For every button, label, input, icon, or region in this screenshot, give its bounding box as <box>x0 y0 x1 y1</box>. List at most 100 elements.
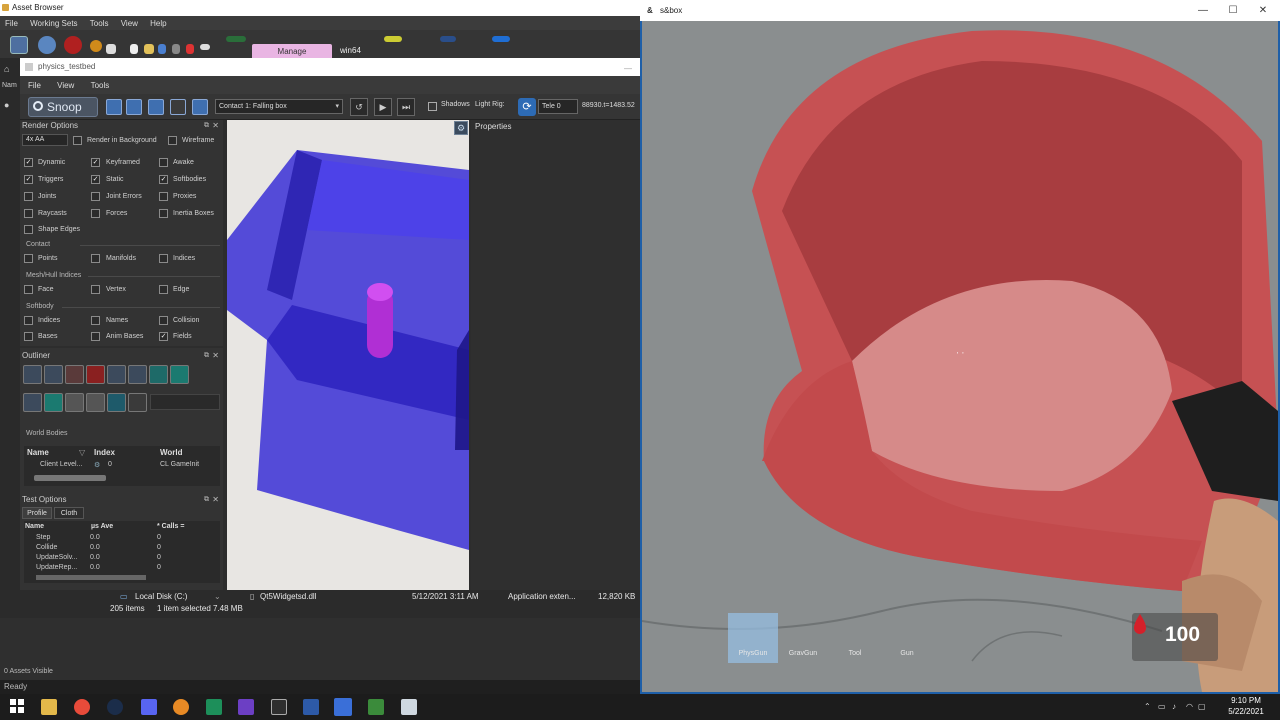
delete-x-icon[interactable] <box>86 365 105 384</box>
toolbar-strip-icon[interactable] <box>226 36 246 42</box>
radio-icon[interactable]: ● <box>4 100 16 112</box>
volume-icon[interactable]: ♪ <box>1172 702 1176 711</box>
outliner-filter-field[interactable] <box>150 394 220 410</box>
delete-icon[interactable] <box>186 44 194 54</box>
hotbar-slot-gun[interactable]: Gun <box>882 613 932 663</box>
static-checkbox[interactable]: ✓ <box>91 175 100 184</box>
toolbar-strip-icon-3[interactable] <box>440 36 456 42</box>
close-icon[interactable]: ✕ <box>212 494 219 506</box>
device-icon[interactable] <box>200 44 210 50</box>
softbodies-checkbox[interactable]: ✓ <box>159 175 168 184</box>
close-icon[interactable]: ✕ <box>212 350 219 362</box>
reset-icon[interactable]: ↺ <box>350 98 368 116</box>
ragdoll-icon[interactable] <box>128 365 147 384</box>
menu-file[interactable]: File <box>0 16 23 28</box>
column-name[interactable]: Name <box>27 448 49 457</box>
forces-checkbox[interactable] <box>91 209 100 218</box>
page-icon[interactable] <box>106 44 116 54</box>
twitch-icon[interactable] <box>238 699 254 715</box>
remove-body-icon[interactable] <box>65 365 84 384</box>
vertex-checkbox[interactable] <box>91 285 100 294</box>
pt-menu-tools[interactable]: Tools <box>83 76 116 90</box>
hotbar-slot-gravgun[interactable]: GravGun <box>778 613 828 663</box>
wireframe-checkbox[interactable] <box>168 136 177 145</box>
contact-select[interactable]: Contact 1: Falling box ▾ <box>215 99 343 114</box>
discord-icon[interactable] <box>141 699 157 715</box>
tele-select[interactable]: Tele 0 <box>538 99 578 114</box>
menu-help[interactable]: Help <box>145 16 171 28</box>
wifi-icon[interactable]: ◠ <box>1186 702 1193 711</box>
horizontal-scrollbar[interactable] <box>36 575 146 580</box>
home-icon[interactable]: ⌂ <box>4 64 16 76</box>
steam-icon[interactable] <box>107 699 123 715</box>
houdini-icon[interactable] <box>206 699 222 715</box>
close-icon[interactable]: ✕ <box>1246 0 1280 21</box>
list-icon[interactable] <box>170 99 186 115</box>
file-name[interactable]: Qt5Widgetsd.dll <box>260 592 316 601</box>
column-ave[interactable]: µs Ave <box>91 523 113 530</box>
face-checkbox[interactable] <box>24 285 33 294</box>
redo-icon[interactable] <box>172 44 180 54</box>
play-icon[interactable]: ▶ <box>374 98 392 116</box>
save-icon[interactable] <box>148 99 164 115</box>
row-name[interactable]: Client Level... <box>40 461 82 468</box>
tool-select-icon[interactable] <box>10 36 28 54</box>
blender-icon[interactable] <box>173 699 189 715</box>
edge-checkbox[interactable] <box>159 285 168 294</box>
hierarchy-icon[interactable] <box>23 393 42 412</box>
file-explorer-icon[interactable] <box>41 699 57 715</box>
raycasts-checkbox[interactable] <box>24 209 33 218</box>
shield-icon[interactable] <box>170 365 189 384</box>
maximize-icon[interactable]: ☐ <box>1216 0 1250 21</box>
points-checkbox[interactable] <box>24 254 33 263</box>
constraint-icon[interactable] <box>107 365 126 384</box>
column-calls[interactable]: * Calls = <box>157 523 184 530</box>
gear-icon[interactable]: ⚙ <box>454 121 468 135</box>
shape-edges-checkbox[interactable] <box>24 225 33 234</box>
float-icon[interactable]: ⧉ <box>204 494 209 506</box>
skeleton-icon[interactable] <box>23 365 42 384</box>
float-icon[interactable]: ⧉ <box>204 350 209 362</box>
toolbar-strip-icon-4[interactable] <box>492 36 510 42</box>
filter-icon[interactable] <box>149 365 168 384</box>
joint-icon[interactable] <box>65 393 84 412</box>
minimize-icon[interactable]: — <box>1186 0 1220 21</box>
home-scene-icon[interactable] <box>192 99 208 115</box>
pt-menu-view[interactable]: View <box>49 76 80 90</box>
hammer-icon[interactable] <box>303 699 319 715</box>
shadows-checkbox[interactable] <box>428 102 437 111</box>
monitor-icon[interactable]: ▢ <box>1198 702 1206 711</box>
proxies-checkbox[interactable] <box>159 192 168 201</box>
refresh-icon[interactable]: ⟳ <box>518 98 536 116</box>
sphere-icon[interactable] <box>128 393 147 412</box>
menu-tools[interactable]: Tools <box>85 16 114 28</box>
triangle-icon[interactable] <box>107 393 126 412</box>
pt-menu-file[interactable]: File <box>20 76 47 90</box>
anim-bases-checkbox[interactable] <box>91 332 100 341</box>
aa-select[interactable]: 4x AA <box>22 134 68 146</box>
notepad-icon[interactable] <box>368 699 384 715</box>
menu-working-sets[interactable]: Working Sets <box>25 16 82 28</box>
arrow-icon[interactable] <box>86 393 105 412</box>
new-file-icon[interactable] <box>130 44 138 54</box>
awake-checkbox[interactable] <box>159 158 168 167</box>
hotbar-slot-tool[interactable]: Tool <box>830 613 880 663</box>
close-icon[interactable]: ✕ <box>212 120 219 132</box>
manifolds-checkbox[interactable] <box>91 254 100 263</box>
model-doc-icon[interactable] <box>64 36 82 54</box>
column-index[interactable]: Index <box>94 448 115 457</box>
inertia-boxes-checkbox[interactable] <box>159 209 168 218</box>
name-column-header[interactable]: Nam <box>2 82 17 89</box>
float-icon[interactable]: ⧉ <box>204 120 209 132</box>
step-icon[interactable]: ⏭ <box>397 98 415 116</box>
dynamic-checkbox[interactable]: ✓ <box>24 158 33 167</box>
back-icon[interactable] <box>90 40 102 52</box>
globe-icon[interactable] <box>38 36 56 54</box>
export-icon[interactable] <box>126 99 142 115</box>
bases-checkbox[interactable] <box>24 332 33 341</box>
sbox-icon[interactable] <box>334 698 352 716</box>
manage-tab[interactable]: Manage <box>252 44 332 58</box>
hotbar-slot-physgun[interactable]: PhysGun <box>728 613 778 663</box>
contact-indices-checkbox[interactable] <box>159 254 168 263</box>
chevron-up-icon[interactable]: ⌃ <box>1144 702 1151 711</box>
